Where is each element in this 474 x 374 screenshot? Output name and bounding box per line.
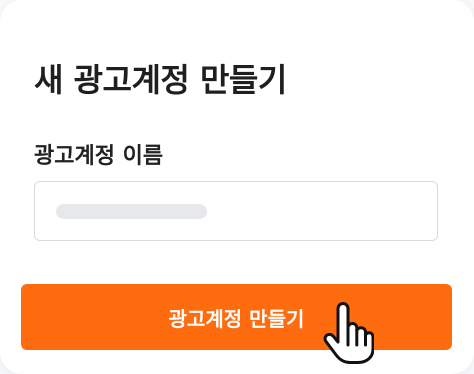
account-name-input[interactable] [34,181,438,241]
create-ad-account-button[interactable]: 광고계정 만들기 [21,284,452,350]
account-name-label: 광고계정 이름 [34,144,164,169]
page-title: 새 광고계정 만들기 [34,61,287,99]
create-ad-account-card: 새 광고계정 만들기 광고계정 이름 광고계정 만들기 [0,0,474,374]
input-placeholder-bar [56,204,207,219]
